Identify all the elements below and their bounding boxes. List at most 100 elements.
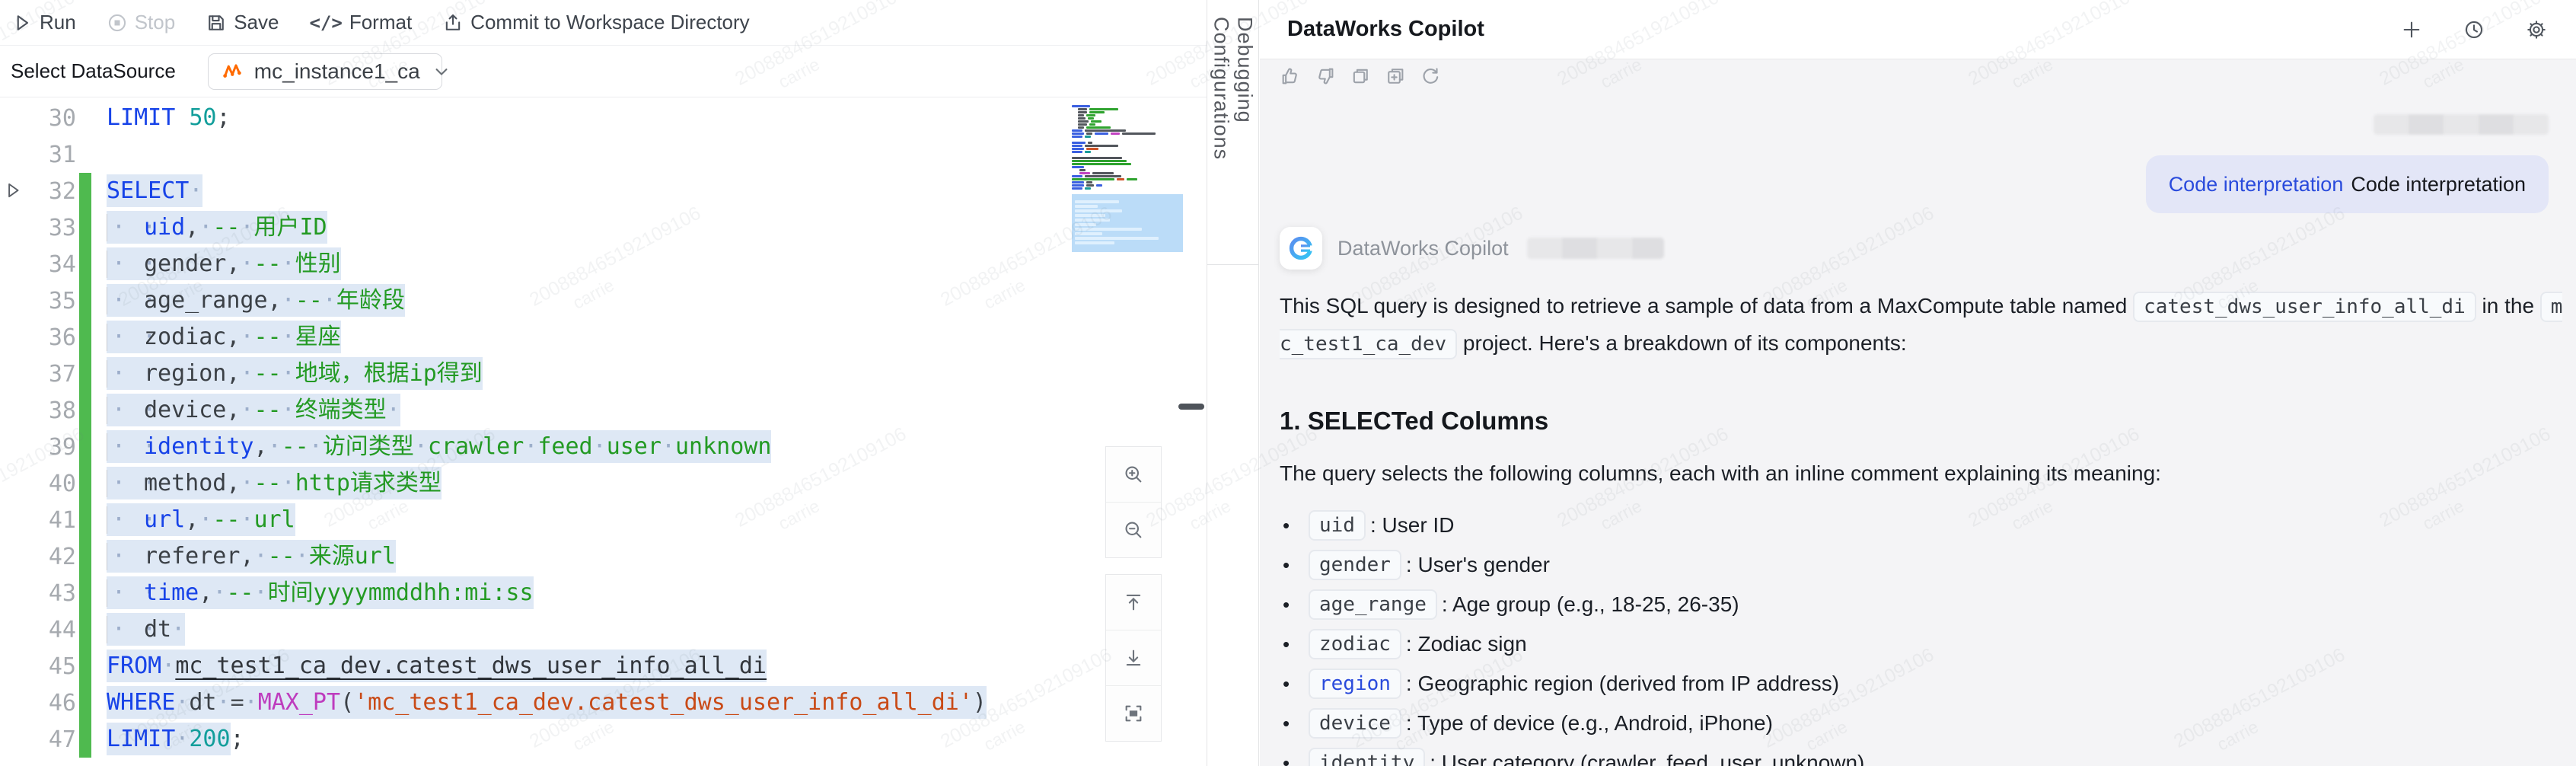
- assistant-name: DataWorks Copilot: [1337, 237, 1509, 260]
- code-line-47[interactable]: 47LIMIT·200;: [0, 721, 1207, 758]
- scroll-to-top-icon: [1123, 592, 1144, 613]
- datasource-select[interactable]: mc_instance1_ca: [208, 53, 442, 90]
- settings-gear-icon[interactable]: [2526, 19, 2547, 40]
- code-line-39[interactable]: 39identity,·--·访问类型·crawler·feed·user·un…: [0, 429, 1207, 465]
- tab-debugging-configurations[interactable]: Debugging Configurations: [1207, 0, 1258, 265]
- column-code-chip: device: [1309, 708, 1401, 739]
- change-bar: [79, 502, 91, 538]
- inline-code-chip: catest_dws_user_info_all_di: [2133, 292, 2476, 322]
- right-tab-strip: Debugging Configurations: [1207, 0, 1259, 766]
- change-bar: [79, 429, 91, 465]
- history-clock-icon[interactable]: [2463, 19, 2485, 40]
- change-bar: [79, 173, 91, 209]
- plus-icon[interactable]: [2401, 19, 2422, 40]
- code-line-34[interactable]: 34gender,·--·性别: [0, 246, 1207, 282]
- column-list-item: •age_range : Age group (e.g., 18-25, 26-…: [1283, 585, 2561, 624]
- scroll-to-top-button[interactable]: [1106, 575, 1161, 630]
- line-number: 42: [0, 544, 76, 570]
- line-number: 40: [0, 471, 76, 497]
- feedback-toolbar: [1280, 65, 2561, 87]
- code-interpretation-link[interactable]: Code interpretation: [2169, 173, 2344, 196]
- code-line-32[interactable]: 32SELECT·: [0, 173, 1207, 209]
- save-button[interactable]: Save: [206, 11, 279, 34]
- zoom-out-icon: [1123, 519, 1144, 541]
- refresh-icon[interactable]: [1420, 65, 1441, 87]
- change-bar: [79, 319, 91, 356]
- copilot-logo-icon: [1287, 235, 1315, 262]
- line-number: 46: [0, 690, 76, 717]
- column-list-item: •device : Type of device (e.g., Android,…: [1283, 704, 2561, 743]
- stop-icon: [107, 12, 128, 34]
- code-text: url,·--·url: [107, 506, 295, 534]
- toolbar-item-label: Stop: [135, 11, 176, 34]
- code-line-46[interactable]: 46 WHERE·dt·=·MAX_PT('mc_test1_ca_dev.cat…: [0, 685, 1207, 721]
- code-line-38[interactable]: 38device,·--·终端类型·: [0, 392, 1207, 429]
- bullet-dot: •: [1283, 672, 1309, 696]
- code-line-33[interactable]: 33uid,·--·用户ID: [0, 209, 1207, 246]
- change-bar: [79, 246, 91, 282]
- code-line-42[interactable]: 42referer,·--·来源url: [0, 538, 1207, 575]
- editor-minimap[interactable]: [1072, 105, 1183, 252]
- bullet-dot: •: [1283, 593, 1309, 617]
- line-number: 47: [0, 726, 76, 753]
- scroll-to-bottom-button[interactable]: [1106, 630, 1161, 686]
- commit-to-workspace-directory-button[interactable]: Commit to Workspace Directory: [442, 11, 750, 34]
- code-text: age_range,·--·年龄段: [107, 287, 405, 314]
- code-text: zodiac,·--·星座: [107, 324, 341, 351]
- column-list: •uid : User ID•gender : User's gender•ag…: [1283, 506, 2561, 766]
- line-number: 43: [0, 580, 76, 607]
- code-line-43[interactable]: 43time,·--·时间yyyymmddhh:mi:ss: [0, 575, 1207, 611]
- column-code-chip: region: [1309, 669, 1401, 699]
- datasource-label: Select DataSource: [11, 59, 176, 83]
- bullet-dot: •: [1283, 554, 1309, 577]
- code-line-37[interactable]: 37region,·--·地域，根据ip得到: [0, 356, 1207, 392]
- thumbs-up-icon[interactable]: [1280, 65, 1301, 87]
- code-line-41[interactable]: 41url,·--·url: [0, 502, 1207, 538]
- line-number: 44: [0, 617, 76, 643]
- change-bar: [79, 648, 91, 685]
- format-button[interactable]: </>Format: [309, 11, 412, 34]
- line-number: 36: [0, 324, 76, 351]
- change-bar: [79, 356, 91, 392]
- code-interpretation-text: Code interpretation: [2351, 173, 2526, 196]
- chevron-down-icon: [431, 61, 452, 82]
- line-number: 34: [0, 251, 76, 278]
- zoom-in-button[interactable]: [1106, 447, 1161, 503]
- code-text: SELECT·: [107, 177, 202, 205]
- line-number: 45: [0, 653, 76, 680]
- run-statement-icon[interactable]: [3, 180, 23, 200]
- toolbar-item-label: Commit to Workspace Directory: [470, 11, 750, 34]
- code-editor[interactable]: 30LIMIT 50; 31 32SELECT·33uid,·--·用户ID34ge…: [0, 98, 1207, 766]
- copy-icon[interactable]: [1350, 65, 1371, 87]
- code-line-45[interactable]: 45FROM·mc_test1_ca_dev.catest_dws_user_i…: [0, 648, 1207, 685]
- code-line-44[interactable]: 44dt·: [0, 611, 1207, 648]
- code-line-40[interactable]: 40method,·--·http请求类型: [0, 465, 1207, 502]
- save-icon: [206, 12, 227, 34]
- minimap-selection: [1072, 194, 1183, 252]
- run-button[interactable]: Run: [11, 11, 76, 34]
- line-number: 48: [0, 763, 76, 766]
- column-code-chip: uid: [1309, 510, 1366, 541]
- code-line-31[interactable]: 31: [0, 136, 1207, 173]
- line-number: 31: [0, 142, 76, 168]
- line-number: 37: [0, 361, 76, 388]
- code-line-30[interactable]: 30LIMIT 50;: [0, 100, 1207, 136]
- fit-view-button[interactable]: [1106, 686, 1161, 741]
- code-line-35[interactable]: 35age_range,·--·年龄段: [0, 282, 1207, 319]
- section-intro: The query selects the following columns,…: [1280, 461, 2561, 486]
- copilot-header: DataWorks Copilot: [1260, 0, 2576, 59]
- code-line-36[interactable]: 36 zodiac,·--·星座: [0, 319, 1207, 356]
- scroll-button-group: [1105, 574, 1162, 742]
- stop-button: Stop: [107, 11, 176, 34]
- copy-plus-icon[interactable]: [1385, 65, 1406, 87]
- datasource-row: Select DataSource mc_instance1_ca: [0, 46, 1207, 97]
- code-text: WHERE·dt·=·MAX_PT('mc_test1_ca_dev.cates…: [107, 689, 987, 717]
- thumbs-down-icon[interactable]: [1315, 65, 1336, 87]
- zoom-out-button[interactable]: [1106, 503, 1161, 557]
- panel-resize-handle[interactable]: [1178, 404, 1204, 410]
- copilot-title: DataWorks Copilot: [1287, 17, 1484, 42]
- tab-label: Debugging Configurations: [1210, 17, 1257, 264]
- code-line-48[interactable]: 48: [0, 758, 1207, 766]
- user-message-block: Code interpretation Code interpretation: [1280, 87, 2561, 213]
- redacted-timestamp: [1527, 238, 1664, 259]
